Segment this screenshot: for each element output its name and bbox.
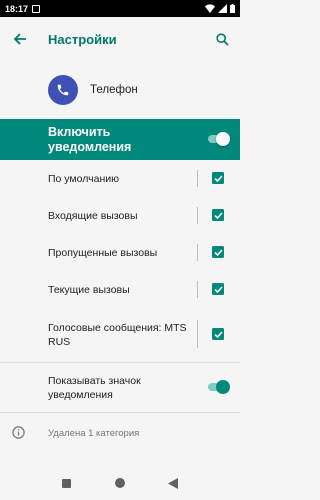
back-arrow-icon [13,33,26,45]
channel-checkbox[interactable] [212,246,224,258]
app-bar: Настройки [0,17,240,61]
channel-label: По умолчанию [48,172,120,185]
channel-checkbox[interactable] [212,172,224,184]
page-title: Настройки [48,31,117,47]
channel-checkbox[interactable] [212,328,224,340]
switch-thumb [216,380,230,394]
channel-checkbox[interactable] [212,283,224,295]
channel-row-ongoing[interactable]: Текущие вызовы [0,271,240,308]
check-icon [213,330,223,338]
phone-icon [57,84,69,96]
deleted-categories-text: Удалена 1 категория [48,427,140,439]
show-badge-label: Показывать значок уведомления [48,374,141,401]
back-nav-button[interactable] [163,473,183,493]
enable-notifications-label: Включить уведомления [48,124,132,154]
navigation-bar [0,466,240,500]
show-badge-row[interactable]: Показывать значок уведомления [0,363,240,412]
divider [197,244,198,261]
channel-label: Входящие вызовы [48,209,138,222]
enable-notifications-switch[interactable] [206,132,230,146]
recents-icon [62,478,72,488]
enable-notifications-row[interactable]: Включить уведомления [0,119,240,160]
deleted-categories-info: Удалена 1 категория [0,413,240,453]
battery-icon [230,4,235,13]
back-triangle-icon [168,477,179,489]
signal-icon [218,4,227,13]
search-button[interactable] [204,17,240,61]
home-icon [114,478,125,488]
wifi-icon [205,4,215,13]
divider [197,320,198,348]
channel-row-default[interactable]: По умолчанию [0,160,240,197]
divider [197,207,198,224]
search-icon [215,32,229,46]
divider [197,170,198,187]
check-icon [213,248,223,256]
channel-row-voicemail[interactable]: Голосовые сообщения: MTS RUS [0,308,240,361]
notification-icon [32,4,41,13]
channel-label: Голосовые сообщения: MTS RUS [48,321,187,348]
check-icon [213,174,223,182]
status-icons [205,4,235,13]
channel-label: Пропущенные вызовы [48,246,158,259]
app-header: Телефон [0,61,240,119]
status-bar: 18:17 [0,0,240,17]
channel-checkbox[interactable] [212,209,224,221]
home-button[interactable] [110,473,130,493]
channel-row-incoming[interactable]: Входящие вызовы [0,197,240,234]
channel-label: Текущие вызовы [48,283,130,296]
info-icon [12,426,25,439]
phone-app-icon [48,75,78,105]
back-button[interactable] [2,17,38,61]
check-icon [213,285,223,293]
divider [197,281,198,298]
channel-row-missed[interactable]: Пропущенные вызовы [0,234,240,271]
switch-thumb [216,132,230,146]
check-icon [213,211,223,219]
app-name: Телефон [90,84,138,96]
recents-button[interactable] [57,473,77,493]
status-time: 18:17 [5,3,29,14]
show-badge-switch[interactable] [206,380,230,394]
